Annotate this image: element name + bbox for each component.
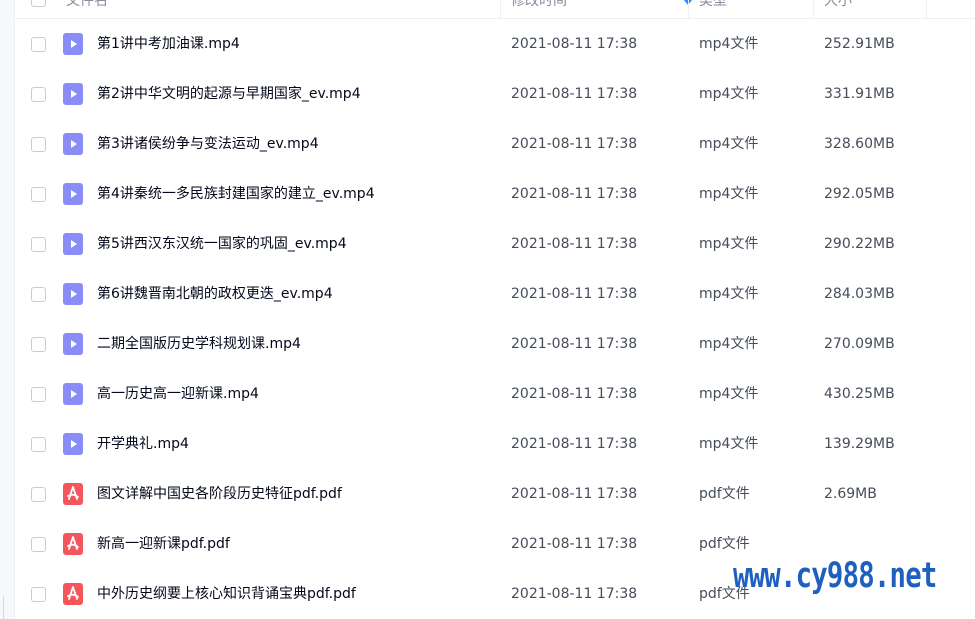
column-header-type[interactable]: 类型 bbox=[699, 0, 727, 10]
file-modified-date: 2021-08-11 17:38 bbox=[511, 236, 638, 252]
file-row[interactable]: 图文详解中国史各阶段历史特征pdf.pdf 2021-08-11 17:38 pdf… bbox=[14, 469, 975, 519]
file-name[interactable]: 第1讲中考加油课.mp4 bbox=[97, 19, 240, 69]
file-list-window: 文件名 修改时间 类型 大小 第1讲中考加油课.mp4 2021-08-11 17… bbox=[0, 0, 975, 619]
column-header-name[interactable]: 文件名 bbox=[66, 0, 108, 10]
left-rail bbox=[0, 0, 15, 619]
file-row[interactable]: 第1讲中考加油课.mp4 2021-08-11 17:38 mp4文件 252.91M… bbox=[14, 19, 975, 69]
file-name[interactable]: 第5讲西汉东汉统一国家的巩固_ev.mp4 bbox=[97, 219, 347, 269]
file-type: mp4文件 bbox=[699, 336, 759, 352]
file-size: 430.25MB bbox=[824, 386, 895, 402]
pdf-file-icon bbox=[63, 583, 83, 605]
row-checkbox[interactable] bbox=[31, 87, 46, 102]
file-row[interactable]: 第6讲魏晋南北朝的政权更迭_ev.mp4 2021-08-11 17:38 mp4文… bbox=[14, 269, 975, 319]
file-modified-date: 2021-08-11 17:38 bbox=[511, 286, 638, 302]
file-modified-date: 2021-08-11 17:38 bbox=[511, 386, 638, 402]
row-checkbox[interactable] bbox=[31, 487, 46, 502]
row-checkbox[interactable] bbox=[31, 237, 46, 252]
file-type: pdf文件 bbox=[699, 486, 750, 502]
column-divider[interactable] bbox=[500, 0, 501, 18]
file-type: mp4文件 bbox=[699, 186, 759, 202]
select-all-checkbox[interactable] bbox=[31, 0, 46, 7]
divider bbox=[3, 596, 4, 619]
file-size: 328.60MB bbox=[824, 136, 895, 152]
row-checkbox[interactable] bbox=[31, 337, 46, 352]
file-modified-date: 2021-08-11 17:38 bbox=[511, 436, 638, 452]
video-file-icon bbox=[63, 83, 83, 105]
video-file-icon bbox=[63, 183, 83, 205]
file-modified-date: 2021-08-11 17:38 bbox=[511, 36, 638, 52]
file-list: 第1讲中考加油课.mp4 2021-08-11 17:38 mp4文件 252.91M… bbox=[14, 19, 975, 619]
file-name[interactable]: 开学典礼.mp4 bbox=[97, 419, 189, 469]
video-file-icon bbox=[63, 383, 83, 405]
file-modified-date: 2021-08-11 17:38 bbox=[511, 586, 638, 602]
column-divider[interactable] bbox=[926, 0, 927, 18]
column-divider[interactable] bbox=[813, 0, 814, 18]
pdf-file-icon bbox=[63, 483, 83, 505]
file-size: 139.29MB bbox=[824, 436, 895, 452]
file-type: mp4文件 bbox=[699, 436, 759, 452]
file-name[interactable]: 图文详解中国史各阶段历史特征pdf.pdf bbox=[97, 469, 342, 519]
file-name[interactable]: 第4讲秦统一多民族封建国家的建立_ev.mp4 bbox=[97, 169, 375, 219]
video-file-icon bbox=[63, 283, 83, 305]
file-modified-date: 2021-08-11 17:38 bbox=[511, 336, 638, 352]
file-name[interactable]: 二期全国版历史学科规划课.mp4 bbox=[97, 319, 301, 369]
file-row[interactable]: 第4讲秦统一多民族封建国家的建立_ev.mp4 2021-08-11 17:38 m… bbox=[14, 169, 975, 219]
file-size: 292.05MB bbox=[824, 186, 895, 202]
file-list-header: 文件名 修改时间 类型 大小 bbox=[14, 0, 975, 19]
file-modified-date: 2021-08-11 17:38 bbox=[511, 136, 638, 152]
video-file-icon bbox=[63, 333, 83, 355]
row-checkbox[interactable] bbox=[31, 387, 46, 402]
file-modified-date: 2021-08-11 17:38 bbox=[511, 486, 638, 502]
file-name[interactable]: 第2讲中华文明的起源与早期国家_ev.mp4 bbox=[97, 69, 361, 119]
file-type: mp4文件 bbox=[699, 86, 759, 102]
video-file-icon bbox=[63, 433, 83, 455]
file-name[interactable]: 第3讲诸侯纷争与变法运动_ev.mp4 bbox=[97, 119, 319, 169]
row-checkbox[interactable] bbox=[31, 137, 46, 152]
file-row[interactable]: 开学典礼.mp4 2021-08-11 17:38 mp4文件 139.29MB bbox=[14, 419, 975, 469]
file-type: mp4文件 bbox=[699, 236, 759, 252]
video-file-icon bbox=[63, 133, 83, 155]
video-file-icon bbox=[63, 233, 83, 255]
file-row[interactable]: 第2讲中华文明的起源与早期国家_ev.mp4 2021-08-11 17:38 mp… bbox=[14, 69, 975, 119]
file-modified-date: 2021-08-11 17:38 bbox=[511, 186, 638, 202]
file-modified-date: 2021-08-11 17:38 bbox=[511, 536, 638, 552]
column-divider[interactable] bbox=[688, 0, 689, 18]
file-modified-date: 2021-08-11 17:38 bbox=[511, 86, 638, 102]
file-row[interactable]: 第5讲西汉东汉统一国家的巩固_ev.mp4 2021-08-11 17:38 mp4… bbox=[14, 219, 975, 269]
file-row[interactable]: 第3讲诸侯纷争与变法运动_ev.mp4 2021-08-11 17:38 mp4文件… bbox=[14, 119, 975, 169]
column-header-date[interactable]: 修改时间 bbox=[511, 0, 567, 10]
file-name[interactable]: 中外历史纲要上核心知识背诵宝典pdf.pdf bbox=[97, 569, 356, 619]
video-file-icon bbox=[63, 33, 83, 55]
file-size: 331.91MB bbox=[824, 86, 895, 102]
row-checkbox[interactable] bbox=[31, 287, 46, 302]
file-name[interactable]: 高一历史高一迎新课.mp4 bbox=[97, 369, 259, 419]
file-size: 270.09MB bbox=[824, 336, 895, 352]
watermark: www.cy988.net bbox=[733, 556, 937, 596]
row-checkbox[interactable] bbox=[31, 37, 46, 52]
file-name[interactable]: 第6讲魏晋南北朝的政权更迭_ev.mp4 bbox=[97, 269, 333, 319]
file-type: mp4文件 bbox=[699, 136, 759, 152]
file-row[interactable]: 高一历史高一迎新课.mp4 2021-08-11 17:38 mp4文件 430.25… bbox=[14, 369, 975, 419]
row-checkbox[interactable] bbox=[31, 587, 46, 602]
file-size: 290.22MB bbox=[824, 236, 895, 252]
file-name[interactable]: 新高一迎新课pdf.pdf bbox=[97, 519, 230, 569]
file-type: mp4文件 bbox=[699, 36, 759, 52]
pdf-file-icon bbox=[63, 533, 83, 555]
file-type: mp4文件 bbox=[699, 286, 759, 302]
column-header-size[interactable]: 大小 bbox=[824, 0, 852, 10]
file-size: 252.91MB bbox=[824, 36, 895, 52]
row-checkbox[interactable] bbox=[31, 187, 46, 202]
file-size: 2.69MB bbox=[824, 486, 877, 502]
row-checkbox[interactable] bbox=[31, 537, 46, 552]
file-size: 284.03MB bbox=[824, 286, 895, 302]
file-row[interactable]: 二期全国版历史学科规划课.mp4 2021-08-11 17:38 mp4文件 270… bbox=[14, 319, 975, 369]
file-type: mp4文件 bbox=[699, 386, 759, 402]
row-checkbox[interactable] bbox=[31, 437, 46, 452]
